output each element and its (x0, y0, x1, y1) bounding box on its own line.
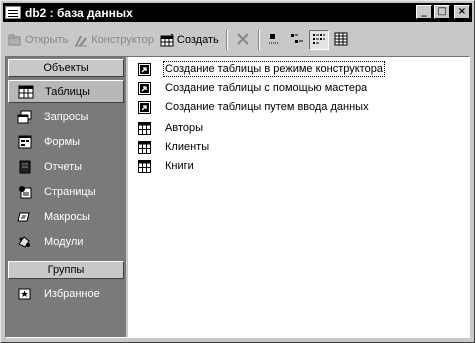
groups-header-button[interactable]: Группы (8, 261, 124, 279)
large-icons-view-icon (268, 32, 282, 49)
small-icons-view-icon (290, 32, 304, 49)
sidebar-item-label: Страницы (44, 185, 96, 198)
database-content: Объекты Таблицы Запросы Формы Отчеты Стр… (5, 56, 470, 338)
sidebar-item-label: Отчеты (44, 160, 83, 173)
close-button[interactable]: × (454, 5, 470, 19)
sidebar-item-reports[interactable]: Отчеты (8, 155, 124, 178)
open-label: Открыть (25, 34, 69, 46)
database-icon[interactable] (5, 6, 21, 19)
database-window: db2 : база данных _ □ × Открыть Конструк… (0, 0, 475, 343)
delete-button[interactable] (233, 30, 253, 50)
list-item-label: Создание таблицы с помощью мастера (165, 82, 368, 94)
report-icon (17, 160, 33, 174)
sidebar-item-modules[interactable]: Модули (8, 230, 124, 253)
delete-icon (236, 32, 250, 49)
sidebar-item-favorites[interactable]: Избранное (8, 282, 124, 305)
open-icon (8, 34, 22, 47)
sidebar-item-tables[interactable]: Таблицы (8, 80, 124, 103)
list-item[interactable]: Создание таблицы путем ввода данных (138, 98, 370, 116)
design-label: Конструктор (91, 34, 154, 46)
list-view-icon (312, 32, 326, 49)
sidebar-item-queries[interactable]: Запросы (8, 105, 124, 128)
sidebar-item-forms[interactable]: Формы (8, 130, 124, 153)
shortcut-icon (138, 62, 151, 76)
macro-icon (17, 210, 33, 224)
list-item[interactable]: Клиенты (138, 138, 210, 156)
list-item-label: Книги (165, 160, 194, 172)
minimize-button[interactable]: _ (416, 5, 432, 19)
open-button[interactable]: Открыть (5, 29, 71, 51)
object-list: Создание таблицы в режиме конструктора С… (132, 57, 469, 337)
design-button[interactable]: Конструктор (71, 29, 157, 51)
large-icons-view-button[interactable] (265, 30, 285, 50)
query-icon (17, 110, 33, 124)
window-title: db2 : база данных (25, 5, 133, 20)
details-view-icon (334, 32, 348, 49)
list-item[interactable]: Авторы (138, 119, 204, 137)
design-icon (74, 34, 88, 47)
list-view-button[interactable] (308, 30, 329, 50)
window-controls: _ □ × (416, 5, 470, 19)
new-button[interactable]: Создать (157, 29, 222, 51)
maximize-button[interactable]: □ (434, 5, 450, 19)
title-bar[interactable]: db2 : база данных _ □ × (3, 3, 472, 22)
objects-header-button[interactable]: Объекты (8, 59, 124, 77)
new-table-icon (160, 33, 174, 47)
objects-bar: Объекты Таблицы Запросы Формы Отчеты Стр… (6, 57, 128, 337)
list-item-label: Создание таблицы путем ввода данных (165, 101, 369, 113)
list-item[interactable]: Создание таблицы с помощью мастера (138, 79, 368, 97)
sidebar-item-label: Таблицы (45, 85, 90, 98)
module-icon (17, 235, 33, 249)
sidebar-item-label: Избранное (44, 287, 100, 300)
shortcut-icon (138, 81, 151, 95)
list-item[interactable]: Книги (138, 157, 195, 175)
list-item-label: Авторы (165, 122, 203, 134)
form-icon (17, 135, 33, 149)
table-icon (138, 159, 151, 173)
small-icons-view-button[interactable] (287, 30, 307, 50)
toolbar: Открыть Конструктор Создать (5, 26, 470, 54)
new-label: Создать (176, 34, 219, 46)
page-icon (17, 185, 33, 199)
sidebar-item-label: Модули (44, 235, 84, 248)
sidebar-item-macros[interactable]: Макросы (8, 205, 124, 228)
table-icon (18, 85, 34, 99)
toolbar-separator (225, 30, 228, 50)
list-item-label: Клиенты (165, 141, 210, 153)
table-icon (138, 140, 151, 154)
table-icon (138, 121, 151, 135)
sidebar-item-label: Макросы (44, 210, 90, 223)
sidebar-item-label: Формы (44, 135, 81, 148)
sidebar-item-label: Запросы (44, 110, 89, 123)
favorites-icon (17, 287, 33, 301)
list-item[interactable]: Создание таблицы в режиме конструктора (138, 60, 385, 78)
details-view-button[interactable] (331, 30, 351, 50)
toolbar-separator (257, 30, 260, 50)
sidebar-item-pages[interactable]: Страницы (8, 180, 124, 203)
list-item-label: Создание таблицы в режиме конструктора (163, 61, 385, 77)
shortcut-icon (138, 100, 151, 114)
